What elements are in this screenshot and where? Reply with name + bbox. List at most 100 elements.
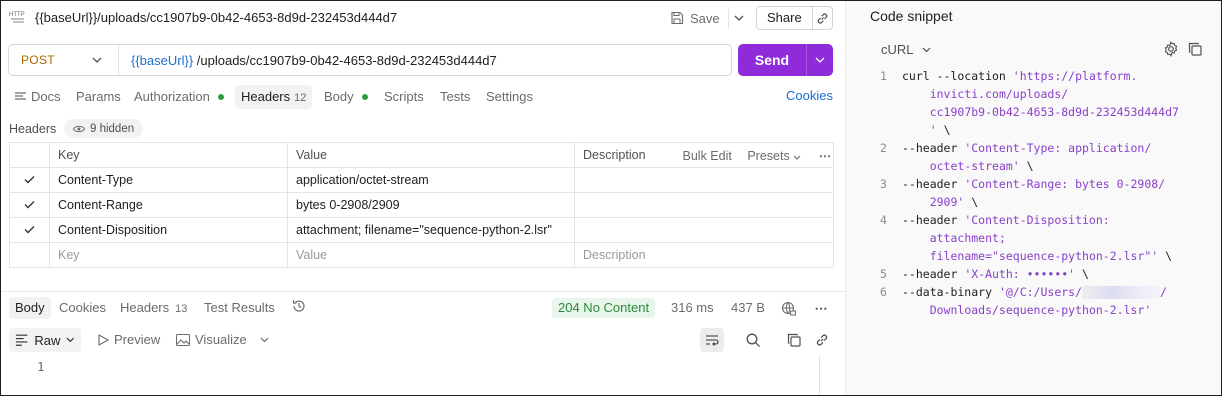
tab-params[interactable]: Params: [76, 85, 121, 109]
language-select[interactable]: cURL: [881, 42, 931, 57]
copy-snippet-button[interactable]: [1186, 40, 1204, 58]
code-string: Downloads/sequence-python-2.lsr': [929, 303, 1152, 317]
header-value[interactable]: bytes 0-2908/2909: [287, 192, 575, 218]
header-key[interactable]: Content-Range: [49, 192, 288, 218]
copy-button[interactable]: [784, 330, 804, 350]
tab-settings[interactable]: Settings: [486, 85, 533, 109]
code-line-number: 2: [880, 141, 887, 155]
table-row: Content-Disposition attachment; filename…: [9, 217, 834, 243]
code-text: \: [936, 123, 951, 137]
line-number: 1: [37, 359, 45, 374]
response-size[interactable]: 437 B: [731, 300, 765, 315]
hidden-headers-toggle[interactable]: 9 hidden: [64, 119, 144, 138]
more-options-icon[interactable]: ⋯: [819, 149, 833, 163]
status-badge[interactable]: 204 No Content: [552, 298, 656, 318]
code-string: 'Content-Disposition:: [964, 213, 1110, 227]
more-options-icon[interactable]: ⋯: [811, 299, 831, 319]
header-key[interactable]: Content-Disposition: [49, 217, 288, 243]
presets-button[interactable]: Presets: [747, 149, 801, 163]
method-select[interactable]: POST: [9, 45, 119, 75]
copy-link-button[interactable]: [813, 12, 832, 25]
copy-link-button[interactable]: [812, 330, 832, 350]
response-time[interactable]: 316 ms: [671, 300, 714, 315]
send-options-button[interactable]: [807, 57, 833, 63]
view-mode-select[interactable]: Raw: [9, 328, 81, 352]
column-header-description: Description: [574, 142, 675, 168]
code-line: attachment;: [880, 229, 1179, 247]
header-description[interactable]: [574, 192, 834, 218]
share-button-group: Share: [756, 6, 833, 30]
response-tab-headers[interactable]: Headers 13: [120, 297, 187, 319]
history-button[interactable]: [291, 298, 307, 320]
tab-body[interactable]: Body: [324, 85, 368, 109]
code-text: --header: [902, 141, 965, 155]
header-key[interactable]: Content-Type: [49, 167, 288, 193]
code-text: \: [1158, 249, 1173, 263]
header-description[interactable]: [574, 217, 834, 243]
code-line-number: [880, 121, 902, 139]
wrap-lines-button[interactable]: [700, 328, 724, 352]
row-checkbox[interactable]: [9, 192, 50, 218]
tab-tests[interactable]: Tests: [440, 85, 470, 109]
tab-label: Scripts: [384, 89, 424, 104]
request-title[interactable]: {{baseUrl}}/uploads/cc1907b9-0b42-4653-8…: [35, 10, 397, 25]
response-tab-body[interactable]: Body: [9, 297, 51, 319]
response-tab-cookies[interactable]: Cookies: [59, 297, 106, 319]
tab-headers[interactable]: Headers 12: [235, 85, 313, 109]
code-line-text: --data-binary '@/C:/Users/ /: [902, 283, 1167, 301]
tab-label: Headers: [241, 89, 291, 104]
save-button[interactable]: Save: [670, 7, 720, 29]
request-tabs: Docs Params Authorization Headers 12 Body…: [1, 85, 845, 109]
response-tab-test-results[interactable]: Test Results: [204, 297, 275, 319]
new-value-input[interactable]: Value: [287, 242, 575, 268]
copy-icon: [787, 333, 801, 347]
check-icon: [24, 176, 35, 184]
cookies-link[interactable]: Cookies: [786, 88, 833, 103]
network-info-button[interactable]: [779, 299, 799, 319]
code-text: --header: [902, 267, 965, 281]
code-line-number: [880, 229, 902, 247]
tab-docs[interactable]: Docs: [15, 85, 61, 109]
status-dot: [361, 93, 368, 100]
settings-button[interactable]: [1162, 40, 1180, 58]
header-value[interactable]: attachment; filename="sequence-python-2.…: [287, 217, 575, 243]
code-line-number: [880, 103, 902, 121]
code-line: 4 --header 'Content-Disposition:: [880, 211, 1179, 229]
chevron-down-icon: [793, 155, 801, 160]
code-string: cc1907b9-0b42-4653-8d9d-232453d444d7: [929, 105, 1179, 119]
column-header-value: Value: [287, 142, 575, 168]
visualize-options-button[interactable]: [260, 337, 269, 343]
preview-button[interactable]: Preview: [97, 332, 160, 347]
row-checkbox[interactable]: [9, 217, 50, 243]
tab-authorization[interactable]: Authorization: [134, 85, 224, 109]
row-checkbox[interactable]: [9, 167, 50, 193]
redacted-username: [1082, 286, 1161, 299]
bulk-edit-button[interactable]: Bulk Edit: [683, 149, 732, 163]
code-line-text: invicti.com/uploads/: [902, 85, 1068, 103]
table-tools: Bulk Edit Presets ⋯: [674, 142, 834, 168]
tab-scripts[interactable]: Scripts: [384, 85, 424, 109]
send-button[interactable]: Send: [738, 44, 807, 76]
share-button[interactable]: Share: [757, 7, 813, 29]
visualize-button[interactable]: Visualize: [176, 332, 247, 347]
url-input[interactable]: {{baseUrl}} /uploads/cc1907b9-0b42-4653-…: [119, 53, 497, 68]
code-text: curl --location: [902, 69, 1013, 83]
editor-scrollbar[interactable]: [819, 356, 820, 395]
code-block[interactable]: 1 curl --location 'https://platform. invi…: [880, 67, 1179, 319]
new-key-input[interactable]: Key: [49, 242, 288, 268]
view-mode-label: Raw: [34, 332, 61, 348]
eye-icon: [73, 125, 85, 132]
code-text: \: [1019, 159, 1034, 173]
new-description-input[interactable]: Description: [574, 242, 834, 268]
code-line-text: attachment;: [902, 229, 1006, 247]
header-value[interactable]: application/octet-stream: [287, 167, 575, 193]
code-line-number: 3: [880, 177, 887, 191]
url-bar: POST {{baseUrl}} /uploads/cc1907b9-0b42-…: [8, 44, 732, 76]
header-description[interactable]: [574, 167, 834, 193]
save-options-button[interactable]: [728, 7, 748, 29]
search-button[interactable]: [743, 330, 763, 350]
code-line: octet-stream' \: [880, 157, 1179, 175]
